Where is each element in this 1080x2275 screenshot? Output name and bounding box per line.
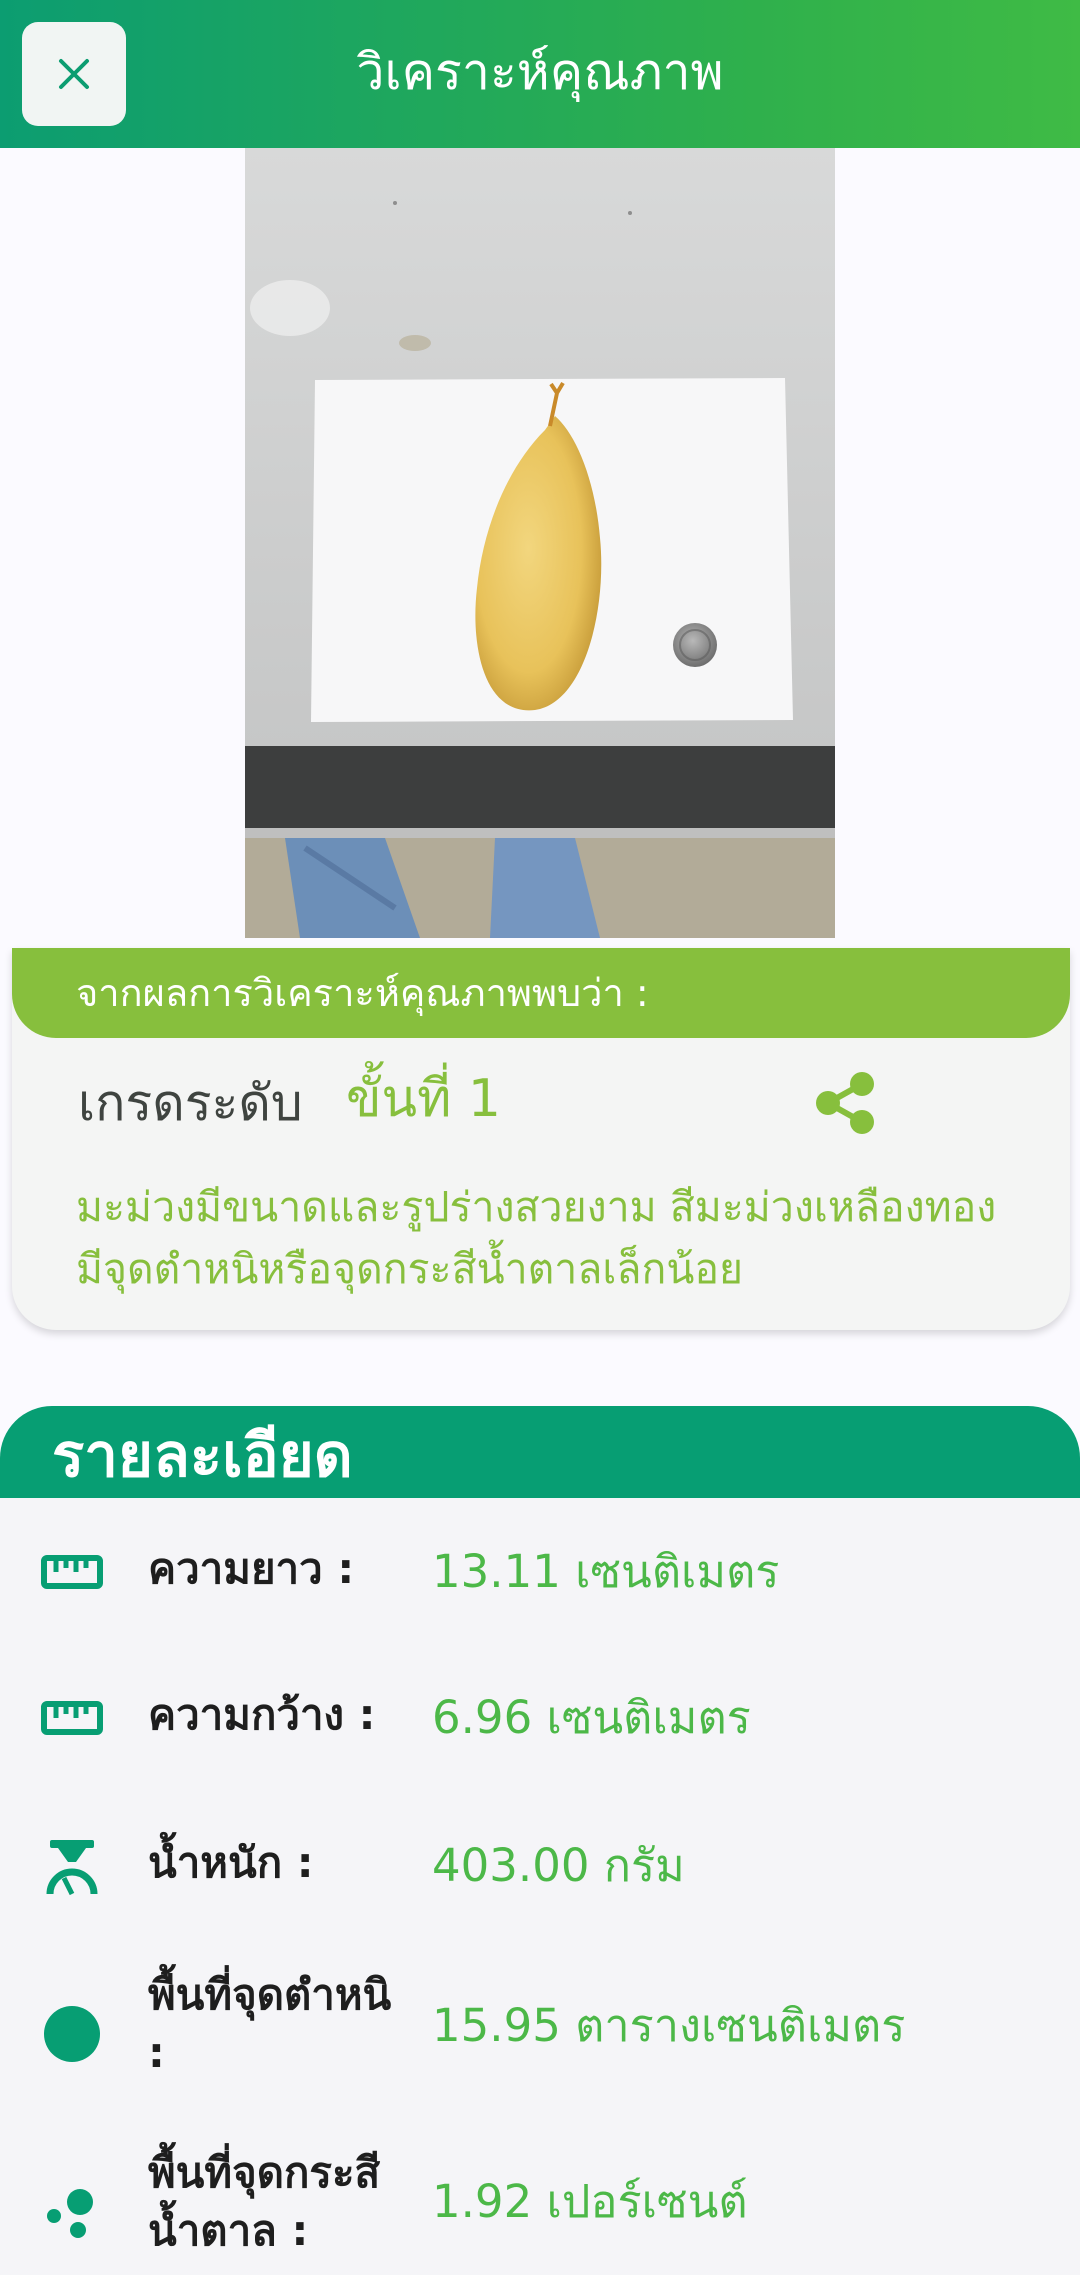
ruler-icon	[41, 1555, 103, 1589]
detail-value: 403.00 กรัม	[432, 1839, 685, 1892]
details-list: ความยาว : 13.11 เซนติเมตร ความกว้าง : 6.…	[0, 1498, 1080, 2275]
mango-photo	[245, 148, 835, 938]
detail-label: น้ำหนัก :	[148, 1838, 314, 1887]
share-icon	[816, 1072, 874, 1134]
ruler-icon	[41, 1701, 103, 1735]
detail-label: พื้นที่จุดตำหนิ :	[148, 1970, 392, 2077]
result-banner: จากผลการวิเคราะห์คุณภาพพบว่า :	[12, 948, 1070, 1038]
details-header: รายละเอียด	[0, 1406, 1080, 1498]
detail-value: 6.96 เซนติเมตร	[432, 1691, 751, 1744]
detail-label: ความกว้าง :	[148, 1690, 376, 1739]
circle-icon	[44, 2006, 100, 2062]
detail-value: 15.95 ตารางเซนติเมตร	[432, 1999, 906, 2052]
result-description: มะม่วงมีขนาดและรูปร่างสวยงาม สีมะม่วงเหล…	[76, 1183, 997, 1293]
details-title: รายละเอียด	[52, 1421, 353, 1491]
scale-icon	[46, 1840, 98, 1896]
detail-label: พื้นที่จุดกระสีน้ำตาล :	[148, 2148, 381, 2255]
detail-value: 13.11 เซนติเมตร	[432, 1545, 780, 1598]
result-card: จากผลการวิเคราะห์คุณภาพพบว่า : เกรดระดับ…	[12, 948, 1070, 1330]
share-button[interactable]	[812, 1070, 878, 1136]
result-banner-text: จากผลการวิเคราะห์คุณภาพพบว่า :	[76, 971, 649, 1015]
grade-value: ขั้นที่ 1	[346, 1069, 501, 1129]
app-header: วิเคราะห์คุณภาพ	[0, 0, 1080, 148]
grade-label: เกรดระดับ	[78, 1074, 303, 1132]
page-title: วิเคราะห์คุณภาพ	[356, 43, 724, 101]
detail-label: ความยาว :	[148, 1544, 355, 1593]
detail-value: 1.92 เปอร์เซนต์	[432, 2175, 748, 2228]
dots-icon	[47, 2189, 93, 2238]
